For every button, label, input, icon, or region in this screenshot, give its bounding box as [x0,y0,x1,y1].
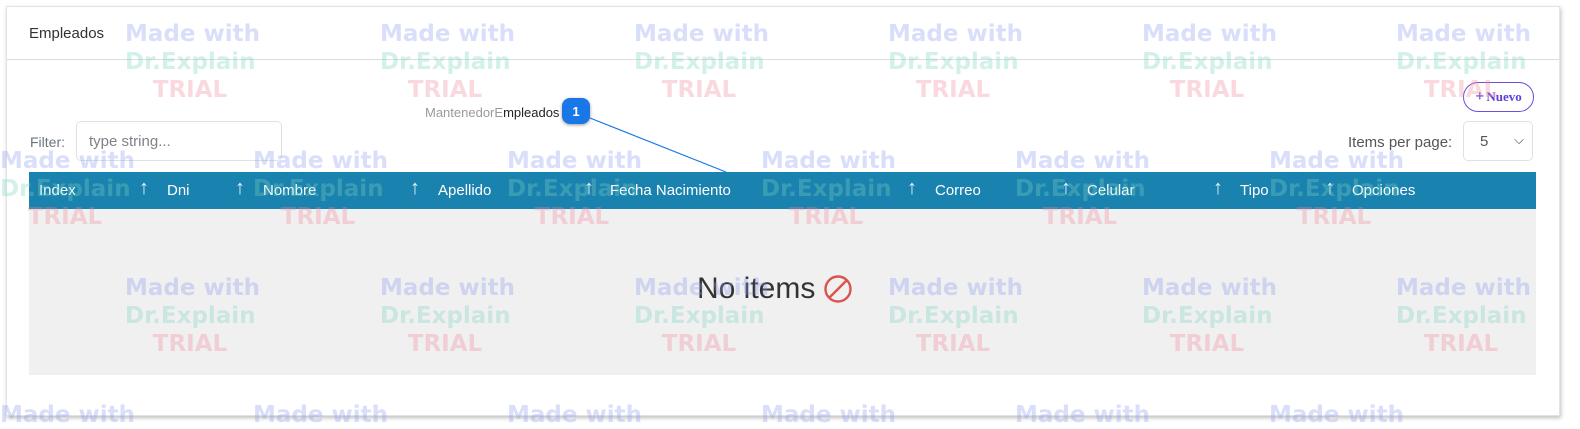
callout-label: MantenedorEmpleados [425,105,560,120]
callout-number-badge: 1 [562,98,590,124]
callout-pointer-line [589,117,727,173]
